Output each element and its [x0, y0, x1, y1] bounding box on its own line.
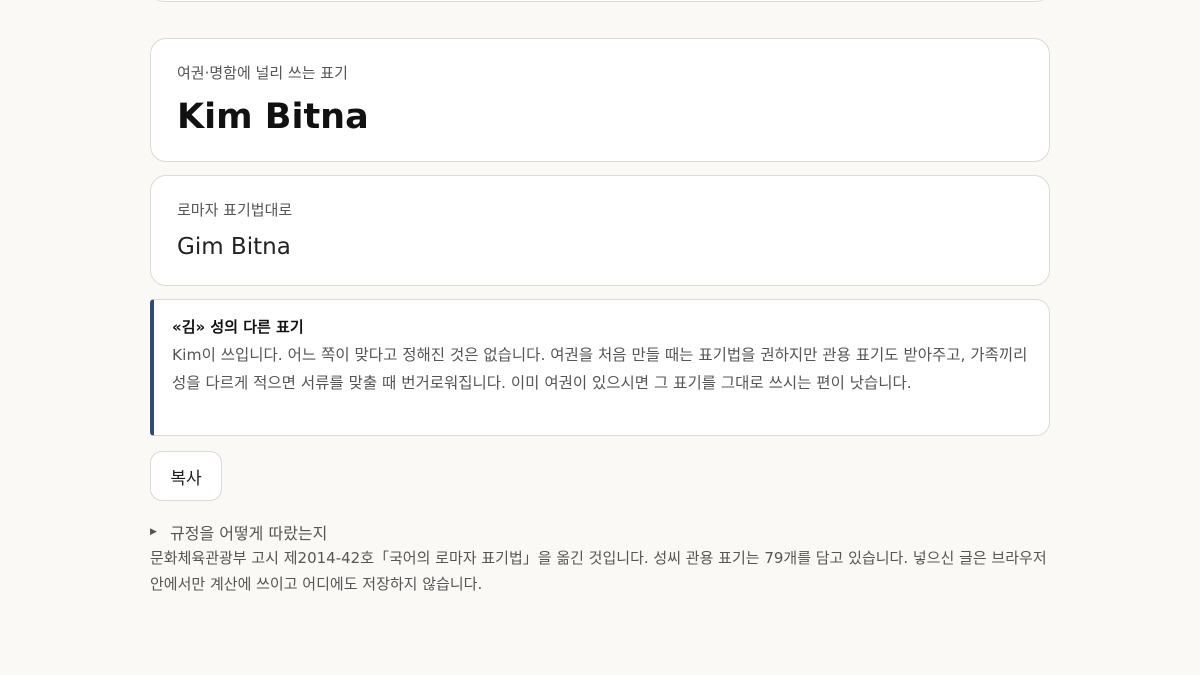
surname-note-title: «김» 성의 다른 표기	[172, 318, 304, 336]
rules-details-toggle[interactable]: ▶ 규정을 어떻게 따랐는지	[150, 520, 327, 544]
standard-romanization-card: 로마자 표기법대로 Gim Bitna	[150, 175, 1050, 286]
common-romanization-card: 여권·명함에 널리 쓰는 표기 Kim Bitna	[150, 38, 1050, 162]
common-romanization-label: 여권·명함에 널리 쓰는 표기	[177, 64, 348, 82]
page: 여권·명함에 널리 쓰는 표기 Kim Bitna 로마자 표기법대로 Gim …	[0, 0, 1200, 675]
copy-button[interactable]: 복사	[150, 451, 222, 501]
disclosure-triangle-icon: ▶	[150, 527, 157, 537]
standard-romanization-label: 로마자 표기법대로	[177, 201, 293, 219]
surname-note-body: Kim이 쓰입니다. 어느 쪽이 맞다고 정해진 것은 없습니다. 여권을 처음…	[172, 346, 1028, 392]
rules-details-body: 문화체육관광부 고시 제2014-42호「국어의 로마자 표기법」을 옮긴 것입…	[150, 549, 1047, 593]
standard-romanization-value: Gim Bitna	[177, 234, 291, 260]
common-romanization-value: Kim Bitna	[177, 97, 369, 137]
previous-card	[150, 0, 1050, 2]
rules-details-summary: 규정을 어떻게 따랐는지	[170, 524, 328, 543]
surname-note: «김» 성의 다른 표기 Kim이 쓰입니다. 어느 쪽이 맞다고 정해진 것은…	[150, 299, 1050, 436]
